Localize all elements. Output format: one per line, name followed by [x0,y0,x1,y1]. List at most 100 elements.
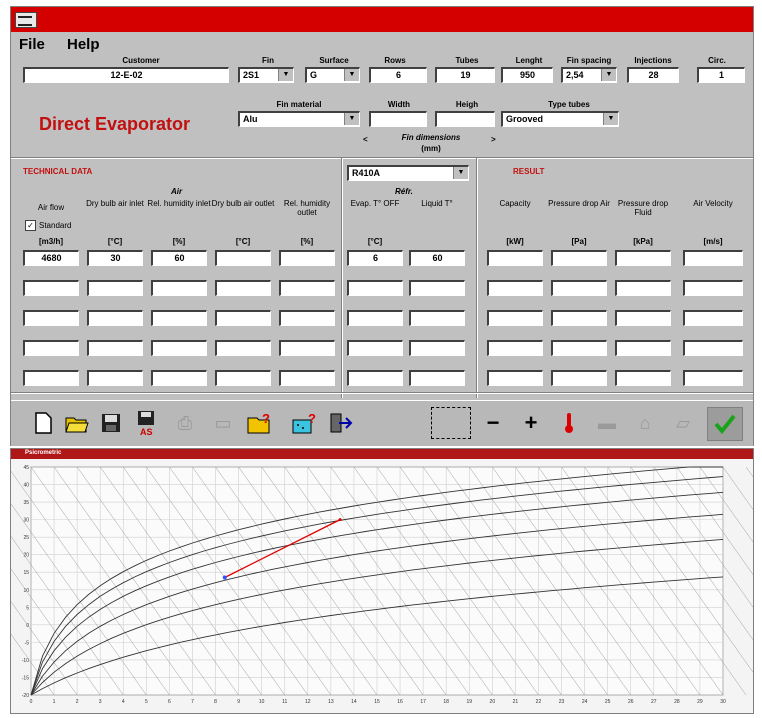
data-cell[interactable]: 4680 [23,250,79,266]
column-header: Pressure drop Fluid [617,199,669,217]
data-cell[interactable] [279,280,335,296]
data-cell[interactable] [23,370,79,386]
data-cell[interactable] [487,370,543,386]
data-cell[interactable] [215,370,271,386]
data-cell[interactable] [487,340,543,356]
data-cell[interactable]: 60 [151,250,207,266]
data-cell[interactable] [23,340,79,356]
menu-help[interactable]: Help [67,36,100,53]
data-cell[interactable] [551,310,607,326]
data-cell[interactable] [409,340,465,356]
print-icon[interactable]: ⎙ [171,409,199,437]
data-cell[interactable] [551,370,607,386]
standard-checkbox[interactable]: ✓ [25,220,36,231]
data-cell[interactable] [683,280,743,296]
data-cell[interactable] [347,280,403,296]
data-cell[interactable] [615,340,671,356]
tubes-field[interactable]: 19 [435,67,495,83]
ok-check-icon[interactable] [707,407,743,441]
surface-select[interactable]: G ▼ [305,67,360,83]
data-cell[interactable] [683,340,743,356]
data-cell[interactable]: 30 [87,250,143,266]
save-as-icon[interactable]: AS [133,409,161,437]
data-cell[interactable] [279,340,335,356]
exit-icon[interactable] [327,409,355,437]
export-icon[interactable]: ▭ [209,409,237,437]
data-cell[interactable] [87,280,143,296]
fin-spacing-select[interactable]: 2,54 ▼ [561,67,617,83]
column-unit: [Pa] [571,237,587,246]
data-cell[interactable] [87,370,143,386]
data-cell[interactable] [151,340,207,356]
save-icon[interactable] [97,409,125,437]
svg-text:?: ? [308,411,316,426]
length-field[interactable]: 950 [501,67,553,83]
data-cell[interactable] [151,310,207,326]
open-folder-icon[interactable] [63,409,91,437]
data-cell[interactable] [279,370,335,386]
refrigerant-select[interactable]: R410A ▼ [347,165,469,181]
data-cell[interactable] [23,280,79,296]
data-cell[interactable] [347,370,403,386]
new-file-icon[interactable] [29,409,57,437]
data-cell[interactable] [409,310,465,326]
data-cell[interactable]: 60 [409,250,465,266]
fin-material-select[interactable]: Alu ▼ [238,111,360,127]
data-cell[interactable] [683,310,743,326]
data-cell[interactable] [615,280,671,296]
data-cell[interactable] [279,310,335,326]
column-header: Capacity [499,199,531,208]
menu-bar: File Help [11,33,753,55]
type-tubes-select[interactable]: Grooved ▼ [501,111,619,127]
pencil-icon[interactable] [431,407,471,439]
data-cell[interactable] [409,280,465,296]
column-unit: [°C] [107,237,123,246]
width-field[interactable] [369,111,427,127]
column-unit: [°C] [235,237,251,246]
data-cell[interactable] [487,280,543,296]
data-cell[interactable] [347,340,403,356]
menu-file[interactable]: File [19,36,45,53]
data-cell[interactable] [551,340,607,356]
data-cell[interactable] [23,310,79,326]
height-field[interactable] [435,111,495,127]
column-unit: [m3/h] [39,237,63,246]
x-tick-label: 10 [259,699,265,705]
fin-select[interactable]: 2S1 ▼ [238,67,294,83]
column-unit: [m/s] [703,237,723,246]
data-cell[interactable] [151,280,207,296]
data-cell[interactable] [215,250,271,266]
data-cell[interactable] [683,250,743,266]
data-cell[interactable] [615,370,671,386]
data-cell[interactable] [487,310,543,326]
plus-icon[interactable]: + [517,409,545,437]
data-cell[interactable] [615,250,671,266]
data-cell[interactable] [551,250,607,266]
unit-icon[interactable]: ▬ [593,409,621,437]
data-cell[interactable] [347,310,403,326]
data-cell[interactable] [409,370,465,386]
data-cell[interactable] [279,250,335,266]
data-cell[interactable] [87,340,143,356]
data-help-icon[interactable]: ? [291,409,319,437]
data-cell[interactable] [215,310,271,326]
minus-icon[interactable]: − [479,409,507,437]
rows-field[interactable]: 6 [369,67,427,83]
data-cell[interactable] [215,280,271,296]
data-cell[interactable] [151,370,207,386]
column-header: Evap. T° OFF [350,199,400,208]
data-cell[interactable] [87,310,143,326]
chart-icon[interactable]: ▱ [669,409,697,437]
circ-field[interactable]: 1 [697,67,745,83]
fluid-icon[interactable]: ⌂ [631,409,659,437]
data-cell[interactable]: 6 [347,250,403,266]
customer-field[interactable]: 12-E-02 [23,67,229,83]
data-cell[interactable] [683,370,743,386]
data-cell[interactable] [551,280,607,296]
data-cell[interactable] [615,310,671,326]
data-cell[interactable] [215,340,271,356]
data-cell[interactable] [487,250,543,266]
thermometer-icon[interactable] [555,409,583,437]
injections-field[interactable]: 28 [627,67,679,83]
folder-help-icon[interactable]: ? [247,409,275,437]
